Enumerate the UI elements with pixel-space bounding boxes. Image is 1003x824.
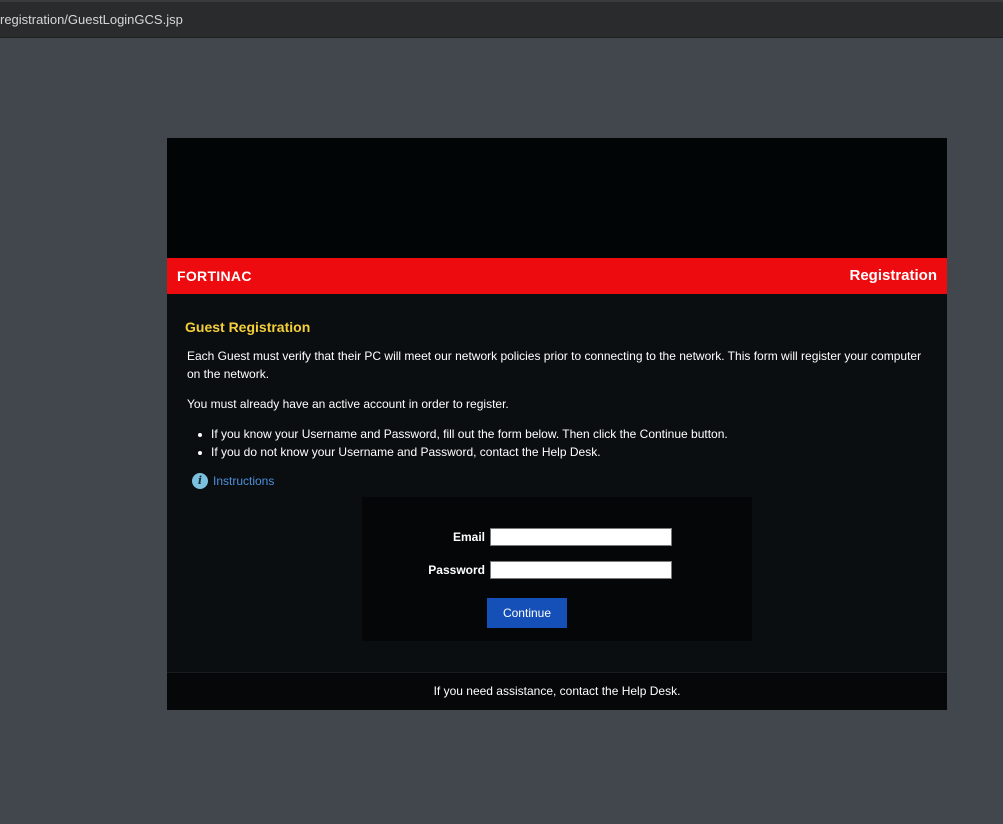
- email-field[interactable]: [490, 528, 672, 546]
- login-form: Email Password Continue: [362, 497, 752, 641]
- email-label: Email: [452, 530, 485, 544]
- section-heading: Guest Registration: [185, 319, 311, 335]
- registration-content: Guest Registration Each Guest must verif…: [167, 294, 947, 672]
- info-icon[interactable]: i: [192, 473, 208, 489]
- continue-button[interactable]: Continue: [487, 598, 567, 628]
- brand-logo-text: FORTINAC: [177, 268, 252, 284]
- instructions-link-label[interactable]: Instructions: [213, 474, 274, 488]
- account-requirement-text: You must already have an active account …: [187, 397, 509, 411]
- browser-address-bar[interactable]: registration/GuestLoginGCS.jsp: [0, 0, 1003, 38]
- list-item: If you do not know your Username and Pas…: [187, 443, 927, 461]
- list-item: If you know your Username and Password, …: [187, 425, 927, 443]
- header-bar: FORTINAC Registration: [167, 258, 947, 294]
- password-label: Password: [428, 563, 485, 577]
- instructions-list: If you know your Username and Password, …: [187, 425, 927, 461]
- policy-paragraph: Each Guest must verify that their PC wil…: [187, 349, 922, 381]
- footer: If you need assistance, contact the Help…: [167, 672, 947, 710]
- url-text[interactable]: registration/GuestLoginGCS.jsp: [0, 12, 183, 27]
- page-title: Registration: [849, 267, 937, 284]
- help-desk-footer-text: If you need assistance, contact the Help…: [433, 684, 681, 698]
- portal-banner: [167, 138, 947, 258]
- login-portal: FORTINAC Registration Guest Registration…: [167, 138, 947, 710]
- instructions-link[interactable]: i Instructions: [192, 472, 274, 490]
- password-field[interactable]: [490, 561, 672, 579]
